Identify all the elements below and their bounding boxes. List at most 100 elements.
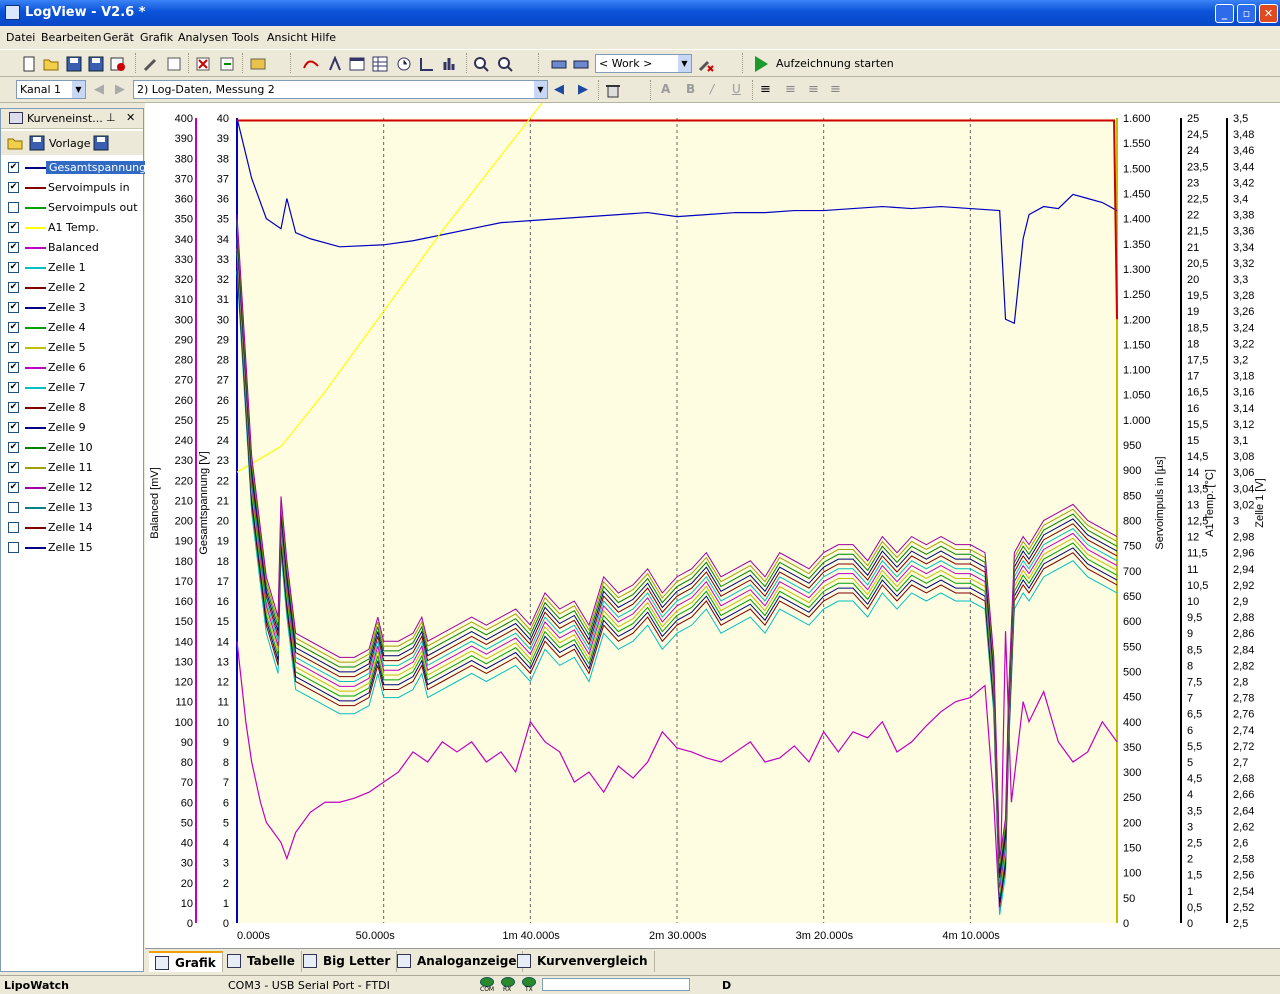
next-log-icon[interactable]: ▶ — [578, 82, 588, 97]
maximize-button[interactable]: ▫ — [1237, 4, 1256, 23]
tab-analoganzeige[interactable]: Analoganzeige — [391, 951, 524, 972]
curve-checkbox[interactable] — [8, 542, 19, 553]
curve-checkbox[interactable]: ✔ — [8, 402, 19, 413]
menu-ansicht[interactable]: Ansicht — [267, 31, 308, 44]
new-file-icon[interactable] — [21, 56, 37, 72]
window-icon[interactable] — [349, 56, 365, 72]
disconnect-icon[interactable] — [573, 56, 589, 72]
menu-bearbeiten[interactable]: Bearbeiten — [41, 31, 101, 44]
curve-tool-icon[interactable] — [303, 56, 319, 72]
device-icon[interactable] — [250, 56, 266, 72]
curve-checkbox[interactable]: ✔ — [8, 462, 19, 473]
close-button[interactable]: ✕ — [1259, 4, 1278, 23]
tools-icon[interactable] — [143, 56, 159, 72]
zoom-in-icon[interactable] — [473, 56, 489, 72]
bars-icon[interactable] — [442, 56, 458, 72]
arrow-right-icon[interactable]: ▶ — [115, 82, 125, 97]
zoom-out-icon[interactable] — [497, 56, 513, 72]
curve-item[interactable]: ✔ Zelle 11 — [6, 459, 142, 477]
prev-log-icon[interactable]: ◀ — [554, 82, 564, 97]
table-icon[interactable] — [372, 56, 388, 72]
tab-grafik[interactable]: Grafik — [149, 951, 223, 972]
menu-analysen[interactable]: Analysen — [178, 31, 228, 44]
export-icon[interactable] — [219, 56, 235, 72]
curve-item[interactable]: ✔ Zelle 12 — [6, 479, 142, 497]
channel-select[interactable]: Kanal 1 ▼ — [16, 80, 86, 99]
curve-item[interactable]: Servoimpuls out — [6, 199, 142, 217]
curve-item[interactable]: Zelle 14 — [6, 519, 142, 537]
curve-checkbox[interactable]: ✔ — [8, 162, 19, 173]
underline-icon[interactable]: U — [732, 82, 741, 96]
save-as-icon[interactable] — [88, 56, 104, 72]
close-file-icon[interactable] — [110, 56, 126, 72]
tab-kurvenvergleich[interactable]: Kurvenvergleich — [511, 951, 655, 972]
trash-icon[interactable] — [605, 82, 621, 98]
clock-icon[interactable] — [396, 56, 412, 72]
save-template-icon[interactable] — [93, 135, 109, 151]
curve-checkbox[interactable]: ✔ — [8, 322, 19, 333]
pin-icon[interactable]: ⊥ — [106, 111, 116, 124]
connect-icon[interactable] — [551, 56, 567, 72]
play-icon[interactable] — [752, 55, 770, 73]
tab-big-letter[interactable]: Big Letter — [297, 951, 398, 972]
menu-grafik[interactable]: Grafik — [140, 31, 173, 44]
align-left-icon[interactable]: ≡ — [760, 82, 771, 97]
bold-icon[interactable]: B — [686, 82, 695, 96]
curve-item[interactable]: ✔ Zelle 2 — [6, 279, 142, 297]
curve-item[interactable]: ✔ Zelle 8 — [6, 399, 142, 417]
curve-item[interactable]: Zelle 13 — [6, 499, 142, 517]
align-justify-icon[interactable]: ≡ — [830, 82, 841, 97]
save-icon[interactable] — [29, 135, 45, 151]
curve-checkbox[interactable]: ✔ — [8, 222, 19, 233]
font-icon[interactable]: A — [661, 82, 670, 96]
align-right-icon[interactable]: ≡ — [808, 82, 819, 97]
curve-item[interactable]: ✔ Zelle 5 — [6, 339, 142, 357]
curve-item[interactable]: ✔ Zelle 4 — [6, 319, 142, 337]
open-folder-icon[interactable] — [7, 135, 23, 151]
curve-checkbox[interactable]: ✔ — [8, 242, 19, 253]
log-select[interactable]: 2) Log-Daten, Messung 2 ▼ — [133, 80, 548, 99]
menu-datei[interactable]: Datei — [6, 31, 35, 44]
curve-checkbox[interactable]: ✔ — [8, 302, 19, 313]
curve-checkbox[interactable]: ✔ — [8, 182, 19, 193]
curve-checkbox[interactable]: ✔ — [8, 382, 19, 393]
arrow-left-icon[interactable]: ◀ — [94, 82, 104, 97]
curve-item[interactable]: ✔ Zelle 6 — [6, 359, 142, 377]
curve-item[interactable]: ✔ Zelle 7 — [6, 379, 142, 397]
work-select[interactable]: < Work > ▼ — [595, 54, 692, 73]
template-label[interactable]: Vorlage — [49, 137, 90, 150]
menu-hilfe[interactable]: Hilfe — [311, 31, 336, 44]
menu-geraet[interactable]: Gerät — [103, 31, 134, 44]
curve-item[interactable]: Zelle 15 — [6, 539, 142, 557]
properties-icon[interactable] — [166, 56, 182, 72]
menu-tools[interactable]: Tools — [232, 31, 259, 44]
axis-icon[interactable] — [419, 56, 435, 72]
italic-icon[interactable]: / — [710, 82, 714, 96]
curve-item[interactable]: ✔ Zelle 9 — [6, 419, 142, 437]
record-start-button[interactable]: Aufzeichnung starten — [776, 57, 894, 70]
align-center-icon[interactable]: ≡ — [785, 82, 796, 97]
minimize-button[interactable]: _ — [1215, 4, 1234, 23]
delete-data-icon[interactable] — [195, 56, 211, 72]
open-folder-icon[interactable] — [43, 56, 59, 72]
curve-item[interactable]: ✔ A1 Temp. — [6, 219, 142, 237]
curve-checkbox[interactable]: ✔ — [8, 262, 19, 273]
curve-checkbox[interactable] — [8, 202, 19, 213]
curve-item[interactable]: ✔ Gesamtspannung — [6, 159, 150, 177]
curve-item[interactable]: ✔ Servoimpuls in — [6, 179, 142, 197]
curve-item[interactable]: ✔ Balanced — [6, 239, 142, 257]
curve-checkbox[interactable]: ✔ — [8, 442, 19, 453]
curve-item[interactable]: ✔ Zelle 3 — [6, 299, 142, 317]
curve-checkbox[interactable] — [8, 522, 19, 533]
curve-item[interactable]: ✔ Zelle 10 — [6, 439, 142, 457]
panel-close-icon[interactable]: ✕ — [126, 111, 135, 124]
curve-checkbox[interactable]: ✔ — [8, 482, 19, 493]
curve-checkbox[interactable]: ✔ — [8, 422, 19, 433]
settings-tool-icon[interactable] — [698, 56, 714, 72]
curve-checkbox[interactable]: ✔ — [8, 342, 19, 353]
curve-checkbox[interactable]: ✔ — [8, 362, 19, 373]
curve-checkbox[interactable]: ✔ — [8, 282, 19, 293]
tab-tabelle[interactable]: Tabelle — [221, 951, 302, 972]
curve-checkbox[interactable] — [8, 502, 19, 513]
chart-area[interactable]: 0.000s 50.000s 1m 40.000s 2m 30.000s 3m 20.0… — [145, 103, 1280, 948]
